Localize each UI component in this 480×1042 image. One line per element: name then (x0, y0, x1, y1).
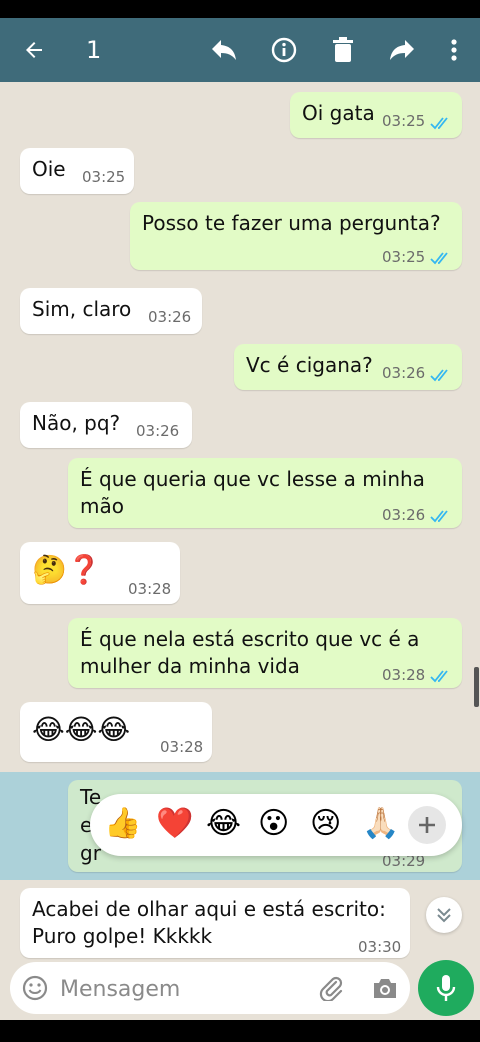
double-chevron-down-icon (437, 908, 451, 923)
back-arrow-icon[interactable] (16, 32, 52, 68)
message-text: Sim, claro (32, 297, 132, 321)
message-time: 03:28 (160, 738, 204, 756)
selected-count: 1 (86, 36, 102, 64)
scrollbar-thumb[interactable] (474, 667, 479, 707)
message-text: Acabei de olhar aqui e está escrito: Pur… (32, 897, 386, 948)
message-text: Não, pq? (32, 411, 121, 435)
reaction-sad[interactable]: 😢 (310, 806, 341, 842)
message-time: 03:26 (382, 364, 426, 382)
read-ticks-icon (430, 510, 448, 523)
message-bubble-outgoing[interactable]: Vc é cigana? 03:26 (234, 344, 462, 390)
reaction-thumbs-up[interactable]: 👍 (104, 806, 141, 842)
reaction-picker: 👍 ❤️ 😂 😮 😢 🙏🏻 (90, 794, 462, 856)
message-bubble-incoming[interactable]: 😂😂😂 03:28 (20, 702, 212, 762)
read-ticks-icon (430, 670, 448, 683)
message-text: Vc é cigana? (246, 353, 373, 377)
message-time: 03:25 (382, 248, 426, 266)
message-text: É que queria que vc lesse a minha mão (80, 467, 425, 518)
plus-icon (419, 817, 435, 833)
reaction-surprised[interactable]: 😮 (258, 806, 289, 842)
reply-icon[interactable] (206, 32, 242, 68)
more-options-icon[interactable] (436, 32, 472, 68)
message-bubble-incoming[interactable]: Acabei de olhar aqui e está escrito: Pur… (20, 888, 410, 958)
scroll-to-bottom-button[interactable] (426, 897, 462, 933)
forward-icon[interactable] (384, 32, 420, 68)
read-ticks-icon (430, 252, 448, 265)
message-bubble-outgoing[interactable]: Posso te fazer uma pergunta? 03:25 (130, 202, 462, 270)
microphone-icon (436, 975, 456, 1001)
message-time: 03:25 (382, 112, 426, 130)
message-bubble-outgoing[interactable]: Oi gata 03:25 (290, 92, 462, 138)
system-nav-strip (0, 1020, 480, 1042)
selection-action-bar: 1 (0, 18, 480, 82)
message-text: Oie (32, 157, 66, 181)
voice-record-button[interactable] (418, 960, 474, 1016)
message-time: 03:28 (382, 666, 426, 684)
camera-icon[interactable] (372, 976, 398, 1000)
message-time: 03:26 (148, 308, 192, 326)
emoji-icon[interactable] (22, 975, 48, 1001)
message-text: Posso te fazer uma pergunta? (142, 211, 441, 235)
message-time: 03:30 (358, 938, 402, 956)
info-icon[interactable] (266, 32, 302, 68)
read-ticks-icon (430, 369, 448, 382)
attach-icon[interactable] (318, 975, 344, 1001)
message-input[interactable] (58, 972, 302, 1006)
message-text: É que nela está escrito que vc é a mulhe… (80, 627, 420, 678)
message-text: 🤔❓ (32, 553, 102, 586)
conversation[interactable]: Oi gata 03:25 Oie 03:25 Posso te fazer u… (0, 82, 480, 962)
message-text: Oi gata (302, 101, 375, 125)
message-time: 03:26 (382, 506, 426, 524)
message-bubble-outgoing[interactable]: É que queria que vc lesse a minha mão 03… (68, 458, 462, 528)
message-text: 😂😂😂 (32, 713, 131, 746)
reaction-laugh[interactable]: 😂 (206, 806, 241, 842)
reaction-heart[interactable]: ❤️ (156, 806, 193, 842)
message-time: 03:28 (128, 580, 172, 598)
message-bubble-incoming[interactable]: Oie 03:25 (20, 148, 134, 194)
delete-icon[interactable] (325, 32, 361, 68)
message-time: 03:26 (136, 422, 180, 440)
more-reactions-button[interactable] (408, 806, 446, 844)
message-bubble-incoming[interactable]: Sim, claro 03:26 (20, 288, 202, 334)
read-ticks-icon (430, 117, 448, 130)
message-bubble-incoming[interactable]: Não, pq? 03:26 (20, 402, 192, 448)
message-bubble-incoming[interactable]: 🤔❓ 03:28 (20, 542, 180, 604)
reaction-pray[interactable]: 🙏🏻 (362, 806, 399, 842)
message-composer (10, 962, 410, 1014)
message-bubble-outgoing[interactable]: É que nela está escrito que vc é a mulhe… (68, 618, 462, 688)
message-time: 03:25 (82, 168, 126, 186)
